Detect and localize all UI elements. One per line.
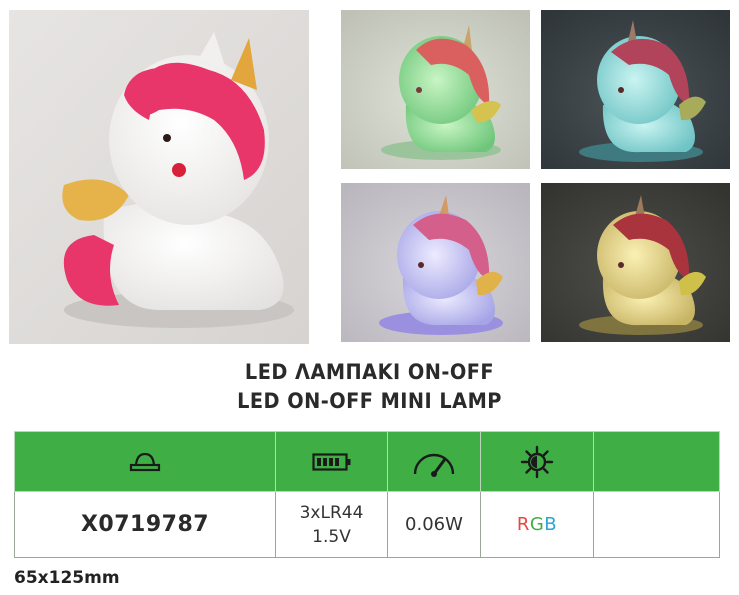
spec-header-light (480, 431, 594, 492)
lamp-shade-icon (15, 450, 275, 474)
yellow-glow-photo (541, 183, 730, 342)
battery-icon (276, 452, 387, 472)
power-cell: 0.06W (387, 491, 481, 558)
product-code: X0719787 (80, 512, 210, 537)
battery-type: 3xLR44 (299, 502, 364, 523)
product-code-cell: X0719787 (14, 491, 276, 558)
rgb-letter-b: B (544, 514, 558, 535)
green-glow-photo (341, 10, 530, 169)
light-bulb-sun-icon (481, 445, 593, 479)
spec-values-row: X0719787 3xLR44 1.5V 0.06W RGB (14, 491, 720, 558)
spec-header-empty (593, 431, 720, 492)
main-product-photo (9, 10, 309, 344)
product-title-greek: LED ΛΑΜΠΑΚΙ ON-OFF (244, 360, 495, 384)
product-title-english: LED ON-OFF MINI LAMP (237, 389, 502, 413)
blue-glow-photo (541, 10, 730, 169)
battery-voltage: 1.5V (312, 526, 351, 547)
rgb-letter-g: G (529, 514, 545, 535)
spec-header-battery (275, 431, 388, 492)
battery-cell: 3xLR44 1.5V (275, 491, 388, 558)
spec-header-row (14, 431, 720, 492)
rgb-letter-r: R (516, 514, 530, 535)
rgb-cell: RGB (480, 491, 594, 558)
gauge-icon (388, 447, 480, 477)
spec-header-power (387, 431, 481, 492)
power-value: 0.06W (405, 514, 463, 535)
violet-glow-photo (341, 183, 530, 342)
product-dimensions: 65x125mm (14, 568, 120, 588)
empty-value-cell (593, 491, 720, 558)
spec-table: X0719787 3xLR44 1.5V 0.06W RGB (14, 431, 720, 558)
spec-header-lamp (14, 431, 276, 492)
